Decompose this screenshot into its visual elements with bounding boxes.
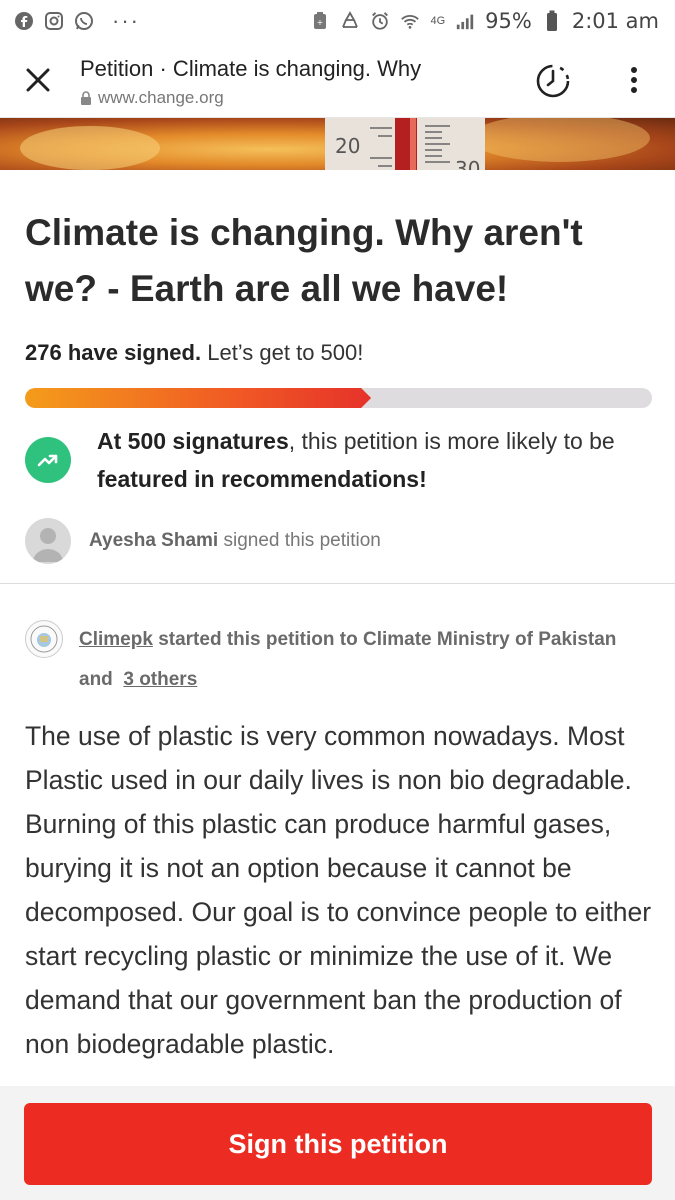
svg-text:20: 20: [335, 134, 360, 158]
signature-count-line: 276 have signed. Let’s get to 500!: [25, 340, 363, 366]
thermometer-image: 20 30: [20, 118, 650, 170]
petition-starter: Climepk started this petition to Climate…: [25, 620, 645, 700]
wifi-icon: [400, 11, 420, 31]
section-divider: [0, 583, 675, 584]
custom-tab-toolbar: Petition · Climate is changing. Why www.…: [0, 42, 675, 118]
petition-description: The use of plastic is very common nowada…: [25, 721, 652, 1059]
status-left: ···: [14, 8, 140, 34]
recent-signer: Ayesha Shami signed this petition: [25, 518, 381, 564]
more-vert-icon: [631, 67, 637, 93]
recent-signer-text: Ayesha Shami signed this petition: [89, 530, 381, 552]
milestone-strong-2: featured in recommendations!: [97, 466, 427, 492]
milestone-strong-1: At 500 signatures: [97, 428, 289, 454]
url-row: www.change.org: [80, 88, 500, 108]
trending-up-icon: [25, 437, 71, 483]
timer-icon: [536, 64, 570, 98]
alarm-icon: [370, 11, 390, 31]
signed-count: 276 have signed.: [25, 340, 202, 365]
milestone-middle: , this petition is more likely to be: [288, 428, 615, 454]
status-bar: ··· + 4G 95% 2:01 am: [0, 0, 675, 42]
signature-progress-fill: [25, 388, 371, 408]
petition-hero-image: 20 30: [0, 118, 675, 170]
battery-icon: [542, 10, 562, 31]
bottom-action-bar: Sign this petition: [0, 1086, 675, 1200]
others-link[interactable]: 3 others: [123, 669, 197, 690]
whatsapp-icon: [74, 11, 94, 31]
starter-logo[interactable]: [25, 620, 63, 658]
status-right: + 4G 95% 2:01 am: [310, 9, 659, 33]
url-text: www.change.org: [98, 88, 224, 107]
timer-button[interactable]: [533, 60, 573, 100]
signal-icon: [455, 11, 475, 31]
starter-text: Climepk started this petition to Climate…: [79, 620, 645, 700]
signature-goal: Let’s get to 500!: [207, 340, 364, 365]
avatar: [25, 518, 71, 564]
tab-title-block: Petition · Climate is changing. Why www.…: [80, 56, 500, 108]
clock: 2:01 am: [571, 9, 659, 33]
petition-title: Climate is changing. Why aren't we? - Ea…: [25, 212, 583, 309]
person-icon: [33, 528, 63, 562]
close-tab-button[interactable]: [22, 64, 54, 96]
network-type: 4G: [430, 15, 446, 27]
battery-percent: 95%: [485, 9, 532, 33]
svg-text:+: +: [317, 18, 324, 27]
climepk-logo-icon: [30, 625, 58, 653]
facebook-icon: [14, 11, 34, 31]
battery-saver-icon: +: [310, 11, 330, 31]
milestone-notice: At 500 signatures, this petition is more…: [25, 422, 655, 498]
recycle-icon: [340, 11, 360, 31]
starter-name-link[interactable]: Climepk: [79, 629, 153, 650]
sign-petition-button[interactable]: Sign this petition: [24, 1103, 652, 1185]
tab-title: Petition · Climate is changing. Why: [80, 56, 422, 81]
overflow-menu-button[interactable]: [620, 62, 648, 98]
recent-signer-name: Ayesha Shami: [89, 530, 219, 551]
recent-signer-action: signed this petition: [223, 530, 381, 551]
close-icon: [26, 68, 50, 92]
lock-icon: [81, 90, 91, 105]
svg-text:30: 30: [455, 157, 480, 170]
instagram-icon: [44, 11, 64, 31]
signature-progress-bar: [25, 388, 652, 408]
milestone-text: At 500 signatures, this petition is more…: [97, 422, 655, 498]
more-notifications-indicator: ···: [112, 8, 140, 33]
